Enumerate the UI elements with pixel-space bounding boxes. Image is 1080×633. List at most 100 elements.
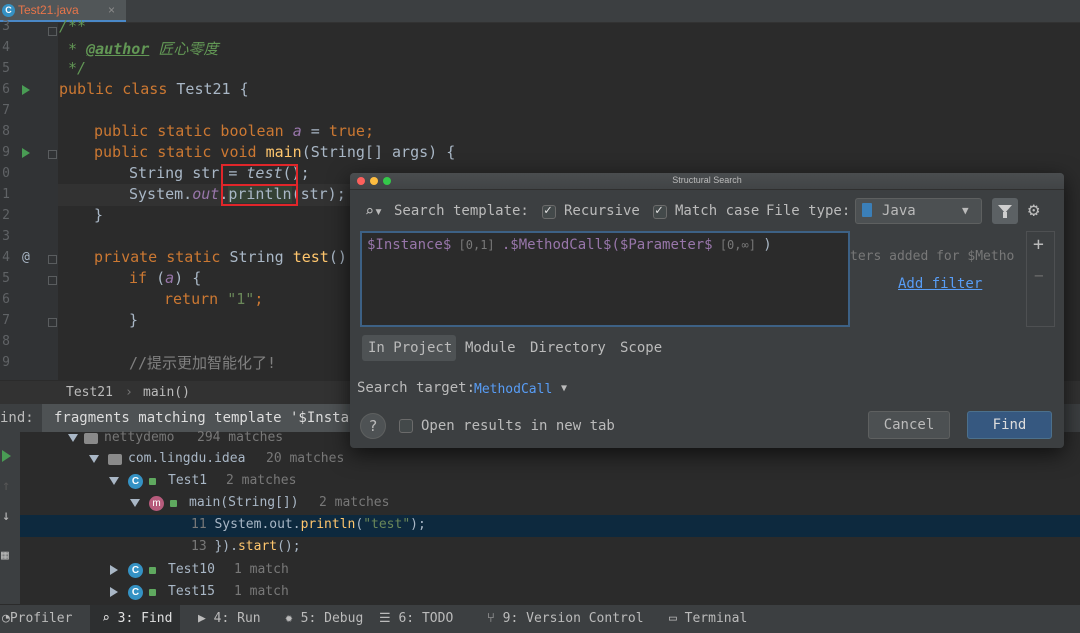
code-comment: //提示更加智能化了!	[129, 354, 277, 372]
chevron-down-icon[interactable]: ▼	[561, 383, 567, 394]
fold-icon[interactable]	[48, 27, 57, 36]
breadcrumb-class[interactable]: Test21	[66, 385, 113, 400]
search-history-icon[interactable]: ⌕▾	[365, 202, 383, 220]
recursive-label: Recursive	[564, 203, 640, 219]
tree-method-count: 2 matches	[319, 495, 390, 510]
template-editor[interactable]: $Instance$ [0,1] .$MethodCall$($Paramete…	[360, 231, 850, 327]
remove-icon[interactable]: −	[1034, 266, 1044, 285]
expand-arrow-icon[interactable]	[130, 499, 140, 507]
run-main-icon[interactable]	[22, 148, 30, 158]
tree-usage-row[interactable]: 11 System.out.println("test");	[191, 517, 426, 532]
debug-tool-button[interactable]: ✹ 5: Debug	[285, 611, 363, 626]
tree-method-name[interactable]: main(String[])	[189, 495, 299, 510]
selected-result-row[interactable]	[20, 515, 1080, 537]
scope-directory[interactable]: Directory	[530, 335, 606, 361]
line-number: 3	[2, 19, 10, 34]
open-new-tab-checkbox[interactable]	[399, 419, 413, 433]
down-icon[interactable]: ↓	[2, 508, 10, 524]
code-line: if (a) {	[129, 269, 202, 287]
tree-package-name[interactable]: com.lingdu.idea	[128, 451, 245, 466]
add-filter-link[interactable]: Add filter	[898, 276, 982, 292]
help-button[interactable]: ?	[360, 413, 386, 439]
scope-in-project[interactable]: In Project	[368, 335, 452, 361]
tree-class-name[interactable]: Test1	[168, 473, 207, 488]
dialog-titlebar: Structural Search	[350, 173, 1064, 190]
todo-tool-button[interactable]: ☰ 6: TODO	[379, 611, 453, 626]
line-number: 7	[2, 313, 10, 328]
collapse-arrow-icon[interactable]	[110, 587, 118, 597]
collapse-arrow-icon[interactable]	[110, 565, 118, 575]
expand-arrow-icon[interactable]	[89, 455, 99, 463]
find-side-toolbar: ↑ ↓ ▦	[0, 432, 20, 604]
structural-search-dialog: Structural Search ⌕▾ Search template: Re…	[350, 173, 1064, 448]
gear-icon[interactable]: ⚙	[1028, 199, 1039, 221]
expand-arrow-icon[interactable]	[68, 434, 78, 442]
scope-module[interactable]: Module	[465, 335, 516, 361]
run-class-icon[interactable]	[22, 85, 30, 95]
line-number: 8	[2, 124, 10, 139]
match-case-checkbox[interactable]	[653, 203, 667, 219]
tree-package-count: 20 matches	[266, 451, 345, 466]
line-number: 8	[2, 334, 10, 349]
code-line: return "1";	[164, 290, 264, 308]
code-line: * @author 匠心零度	[59, 40, 219, 58]
terminal-tool-button[interactable]: ▭ Terminal	[669, 611, 747, 626]
run-icon: ▶	[198, 611, 214, 626]
search-template-label: Search template:	[394, 203, 529, 219]
run-tool-button[interactable]: ▶ 4: Run	[198, 611, 261, 626]
filter-side-buttons: + −	[1026, 231, 1055, 327]
tab-label: Test21.java	[18, 3, 79, 17]
find-results-tab[interactable]: fragments matching template '$Instanc	[42, 404, 366, 432]
tree-class-name[interactable]: Test15	[168, 584, 215, 599]
fold-icon[interactable]	[48, 150, 57, 159]
code-line: }	[94, 206, 104, 224]
line-number: 1	[2, 187, 10, 202]
chevron-down-icon: ▼	[962, 204, 969, 217]
breadcrumb-method[interactable]: main()	[143, 385, 190, 400]
open-new-tab-label: Open results in new tab	[421, 418, 615, 434]
expand-arrow-icon[interactable]	[109, 477, 119, 485]
file-type-select[interactable]: Java ▼	[855, 198, 982, 224]
find-button[interactable]: Find	[967, 411, 1052, 439]
add-icon[interactable]: +	[1033, 234, 1044, 255]
grid-icon[interactable]: ▦	[1, 548, 9, 563]
vcs-tool-button[interactable]: ⑂ 9: Version Control	[487, 611, 644, 626]
profiler-button[interactable]: ◔Profiler	[2, 611, 72, 626]
tree-class-count: 1 match	[234, 584, 289, 599]
bug-icon: ✹	[285, 611, 301, 626]
method-icon: m	[149, 496, 164, 511]
branch-icon: ⑂	[487, 611, 503, 626]
find-tool-button[interactable]: ⌕ 3: Find	[102, 611, 172, 626]
tree-usage-row[interactable]: 13 }).start();	[191, 539, 301, 554]
line-number: 7	[2, 103, 10, 118]
java-class-icon: C	[128, 563, 143, 578]
line-number: 0	[2, 166, 10, 181]
java-class-icon: C	[128, 474, 143, 489]
tree-class-name[interactable]: Test10	[168, 562, 215, 577]
run-icon[interactable]	[2, 450, 11, 462]
terminal-icon: ▭	[669, 611, 685, 626]
cancel-button[interactable]: Cancel	[868, 411, 950, 439]
override-marker-icon[interactable]: @	[22, 250, 30, 265]
recursive-checkbox[interactable]	[542, 203, 556, 219]
fold-icon[interactable]	[48, 255, 57, 264]
line-number: 9	[2, 145, 10, 160]
close-icon[interactable]: ×	[108, 3, 115, 17]
search-target-select[interactable]: MethodCall	[474, 382, 552, 397]
editor-tab-bar	[0, 0, 1080, 23]
filter-button[interactable]	[992, 198, 1018, 224]
code-line: public static boolean a = true;	[94, 122, 374, 140]
scope-scope[interactable]: Scope	[620, 335, 662, 361]
tree-root-name[interactable]: nettydemo	[104, 430, 174, 445]
dialog-title: Structural Search	[672, 175, 742, 185]
up-icon[interactable]: ↑	[2, 478, 10, 494]
funnel-stem	[1003, 212, 1007, 218]
highlight-box-test	[221, 164, 298, 186]
code-line: /**	[59, 17, 87, 35]
fold-icon[interactable]	[48, 318, 57, 327]
match-case-label: Match case	[675, 203, 760, 219]
breadcrumb-separator: ›	[125, 385, 133, 400]
line-number: 5	[2, 271, 10, 286]
line-number: 6	[2, 292, 10, 307]
fold-icon[interactable]	[48, 276, 57, 285]
